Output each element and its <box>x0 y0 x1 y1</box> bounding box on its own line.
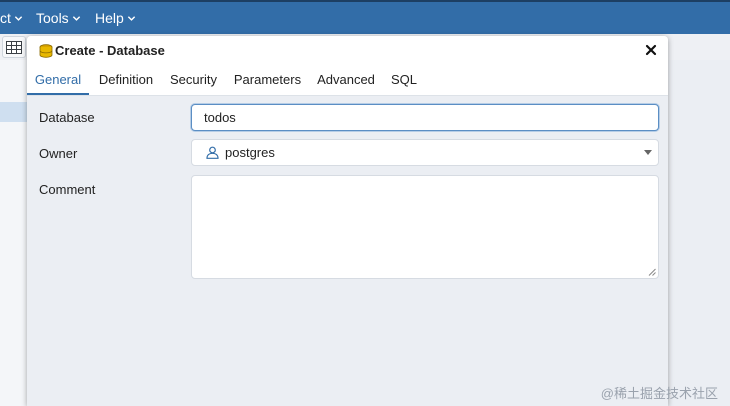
table-grid-icon <box>6 40 22 54</box>
menu-help-label: Help <box>95 10 124 26</box>
general-form: Database todos Owner postgres Comment <box>27 96 668 406</box>
chevron-down-icon <box>127 15 135 21</box>
resize-handle-icon[interactable] <box>648 268 656 276</box>
tab-parameters[interactable]: Parameters <box>232 66 303 95</box>
dialog-header: Create - Database <box>27 36 668 66</box>
menu-project[interactable]: ct <box>0 2 23 34</box>
close-icon[interactable] <box>644 43 658 57</box>
menu-bar: ct Tools Help <box>0 0 730 34</box>
tab-general[interactable]: General <box>27 66 89 95</box>
grid-view-button[interactable] <box>2 36 26 58</box>
create-database-dialog: Create - Database General Definition Sec… <box>27 36 668 406</box>
comment-textarea[interactable] <box>191 175 659 279</box>
menu-project-label: ct <box>0 10 11 26</box>
tab-sql[interactable]: SQL <box>389 66 419 95</box>
caret-down-icon <box>644 150 652 155</box>
database-name-input[interactable]: todos <box>191 104 659 131</box>
comment-label: Comment <box>39 182 96 197</box>
tab-advanced[interactable]: Advanced <box>316 66 376 95</box>
menu-tools[interactable]: Tools <box>36 2 81 34</box>
owner-label: Owner <box>39 146 78 161</box>
tab-definition[interactable]: Definition <box>96 66 156 95</box>
menu-help[interactable]: Help <box>95 2 136 34</box>
dialog-title: Create - Database <box>55 43 165 58</box>
tab-security[interactable]: Security <box>167 66 220 95</box>
owner-value: postgres <box>225 145 275 160</box>
database-label: Database <box>39 110 95 125</box>
owner-select[interactable]: postgres <box>191 139 659 166</box>
selected-tree-item[interactable] <box>0 102 27 122</box>
database-icon <box>39 44 53 58</box>
menu-tools-label: Tools <box>36 10 69 26</box>
chevron-down-icon <box>72 15 80 21</box>
user-icon <box>206 146 219 159</box>
dialog-tabs: General Definition Security Parameters A… <box>27 66 668 96</box>
chevron-down-icon <box>14 15 23 21</box>
watermark-text: @稀土掘金技术社区 <box>600 386 718 401</box>
main-panel <box>668 60 730 406</box>
